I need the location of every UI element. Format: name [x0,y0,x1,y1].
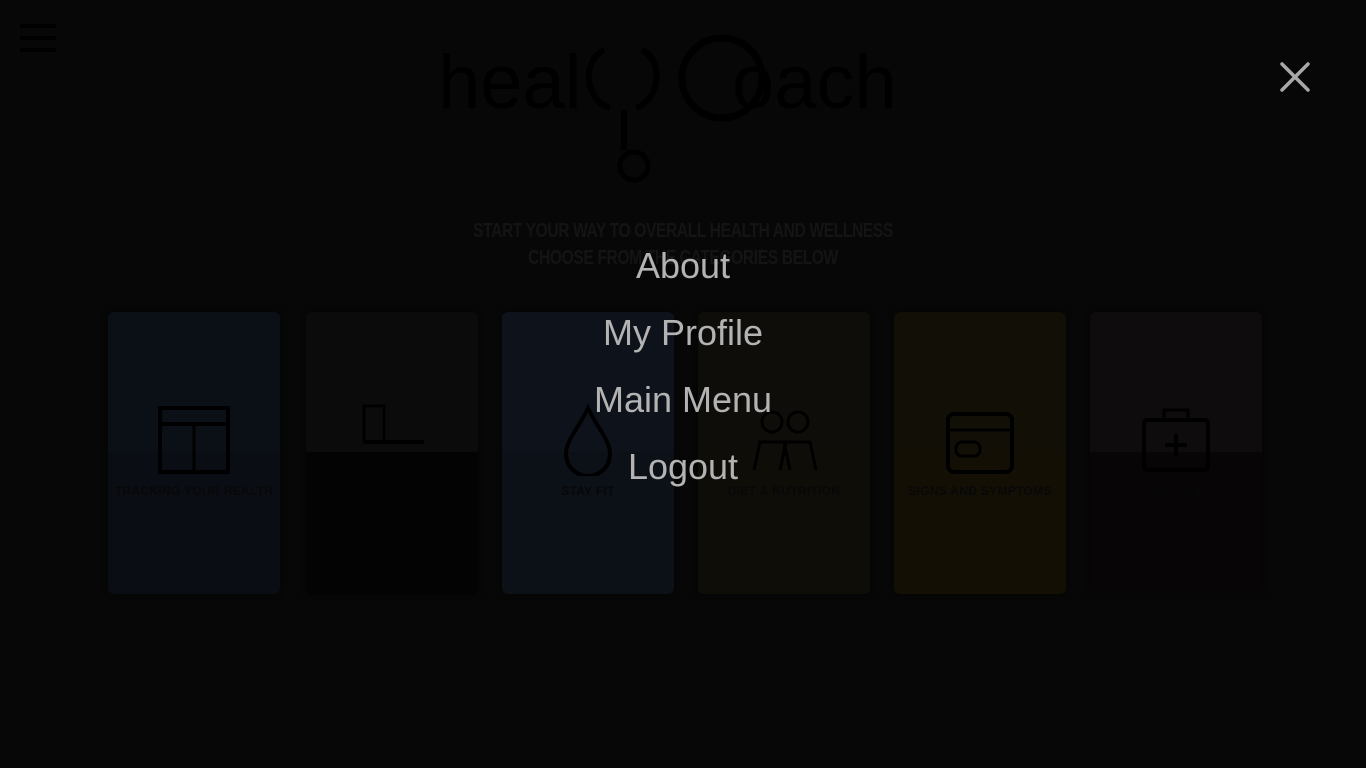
menu-item-logout[interactable]: Logout [628,433,738,500]
menu-item-my-profile[interactable]: My Profile [603,299,763,366]
close-icon[interactable] [1276,58,1314,96]
menu-item-about[interactable]: About [636,232,730,299]
menu-item-main-menu[interactable]: Main Menu [594,366,772,433]
navigation-overlay: About My Profile Main Menu Logout [0,0,1366,768]
overlay-nav-menu: About My Profile Main Menu Logout [0,232,1366,500]
